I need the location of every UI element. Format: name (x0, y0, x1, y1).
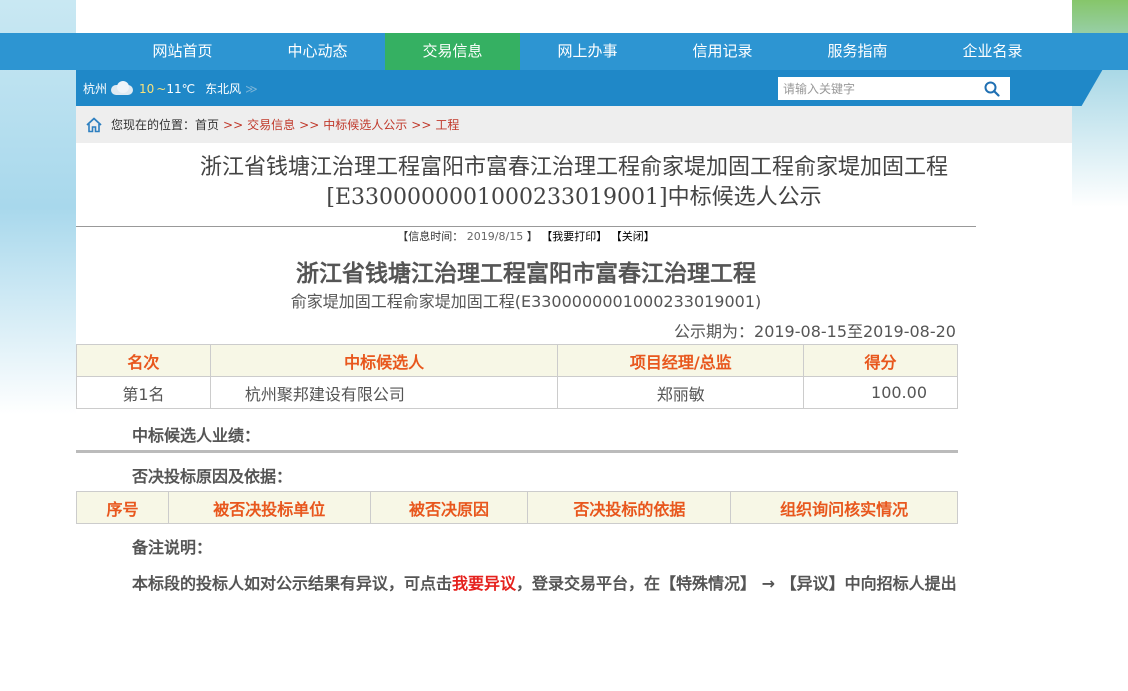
breadcrumb: 您现在的位置： 首页 >> 交易信息 >> 中标候选人公示 >> 工程 (76, 106, 1072, 143)
page-title-line2: [E3300000001000233019001]中标候选人公示 (326, 185, 822, 210)
column-header: 项目经理/总监 (557, 344, 805, 377)
search-input[interactable] (778, 78, 978, 99)
divider (76, 226, 976, 227)
nav-item-credit-record[interactable]: 信用记录 (655, 33, 790, 70)
table-row: 第1名 杭州聚邦建设有限公司 郑丽敏 100.00 (76, 376, 958, 409)
weather-temp-low: 10 (139, 81, 155, 96)
publicity-period: 公示期为：2019-08-15至2019-08-20 (674, 322, 956, 341)
background-left (0, 0, 76, 691)
candidate-name: 杭州聚邦建设有限公司 (209, 376, 559, 409)
nav-item-center-news[interactable]: 中心动态 (250, 33, 385, 70)
sub-bar: 杭州 10 ~ 11℃ 东北风 ≫ (76, 70, 1103, 106)
breadcrumb-item-candidates[interactable]: 中标候选人公示 (323, 116, 407, 133)
candidates-table: 名次 中标候选人 项目经理/总监 得分 第1名 杭州聚邦建设有限公司 郑丽敏 1… (76, 344, 958, 409)
doc-subtitle: 俞家堤加固工程俞家堤加固工程(E3300000001000233019001) (290, 292, 762, 311)
meta-open: 【信息时间： (397, 230, 464, 243)
meta-close: 】 (526, 230, 538, 243)
remarks-text-after: ，登录交易平台，在【特殊情况】 → 【异议】中向招标人提出 (516, 574, 957, 593)
breadcrumb-home[interactable]: 首页 (195, 116, 219, 133)
nav-item-trade-info[interactable]: 交易信息 (385, 33, 520, 70)
print-button[interactable]: 【我要打印】 (541, 230, 607, 243)
reject-heading: 否决投标原因及依据： (132, 467, 293, 486)
search-icon[interactable] (978, 78, 1006, 99)
nav-item-company-list[interactable]: 企业名录 (925, 33, 1060, 70)
remarks-heading: 备注说明： (132, 538, 213, 557)
nav-item-home[interactable]: 网站首页 (115, 33, 250, 70)
remarks-text-before: 本标段的投标人如对公示结果有异议，可点击 (132, 574, 453, 593)
nav-item-service-guide[interactable]: 服务指南 (790, 33, 925, 70)
weather-tilde: ~ (156, 81, 167, 96)
meta-date: 2019/8/15 (466, 230, 524, 243)
breadcrumb-item-trade-info[interactable]: 交易信息 (247, 116, 295, 133)
column-header: 被否决投标单位 (167, 491, 371, 524)
breadcrumb-separator: >> (299, 117, 320, 132)
column-header: 得分 (803, 344, 958, 377)
remarks-text: 本标段的投标人如对公示结果有异议，可点击我要异议，登录交易平台，在【特殊情况】 … (96, 569, 966, 599)
candidate-manager: 郑丽敏 (557, 376, 805, 409)
breadcrumb-separator: >> (411, 117, 432, 132)
table-header-row: 序号 被否决投标单位 被否决原因 否决投标的依据 组织询问核实情况 (76, 491, 958, 524)
column-header: 中标候选人 (209, 344, 559, 377)
content-panel: 您现在的位置： 首页 >> 交易信息 >> 中标候选人公示 >> 工程 浙江省钱… (76, 106, 1072, 691)
weather-city: 杭州 (83, 82, 108, 96)
candidate-score: 100.00 (803, 376, 958, 409)
breadcrumb-prefix: 您现在的位置： (111, 118, 196, 132)
weather-wind: 东北风 (205, 82, 242, 96)
reject-table: 序号 被否决投标单位 被否决原因 否决投标的依据 组织询问核实情况 (76, 491, 958, 524)
main-nav: 网站首页 中心动态 交易信息 网上办事 信用记录 服务指南 企业名录 (0, 33, 1128, 70)
search-box (778, 77, 1010, 100)
page-title: 浙江省钱塘江治理工程富阳市富春江治理工程俞家堤加固工程俞家堤加固工程 [E330… (76, 153, 1072, 213)
weather-widget: 杭州 10 ~ 11℃ 东北风 ≫ (83, 80, 258, 97)
candidate-rank: 第1名 (76, 376, 211, 409)
home-icon (85, 116, 103, 134)
doc-title: 浙江省钱塘江治理工程富阳市富春江治理工程 (296, 261, 756, 287)
breadcrumb-separator: >> (223, 117, 244, 132)
page-title-line1: 浙江省钱塘江治理工程富阳市富春江治理工程俞家堤加固工程俞家堤加固工程 (199, 155, 948, 180)
objection-link[interactable]: 我要异议 (452, 574, 516, 593)
table-header-row: 名次 中标候选人 项目经理/总监 得分 (76, 344, 958, 377)
column-header: 否决投标的依据 (527, 491, 732, 524)
info-meta: 【信息时间： 2019/8/15 】 【我要打印】 【关闭】 (76, 228, 976, 244)
breadcrumb-item-engineering[interactable]: 工程 (435, 116, 459, 133)
divider (76, 450, 958, 453)
column-header: 组织询问核实情况 (730, 491, 958, 524)
double-arrow-icon: ≫ (245, 81, 258, 96)
column-header: 名次 (76, 344, 211, 377)
weather-temp-high: 11℃ (166, 81, 196, 96)
close-button[interactable]: 【关闭】 (611, 230, 655, 243)
performance-heading: 中标候选人业绩： (132, 426, 261, 445)
cloud-icon (109, 80, 135, 97)
column-header: 序号 (76, 491, 169, 524)
header-banner (76, 0, 1072, 33)
column-header: 被否决原因 (369, 491, 529, 524)
nav-item-online-service[interactable]: 网上办事 (520, 33, 655, 70)
